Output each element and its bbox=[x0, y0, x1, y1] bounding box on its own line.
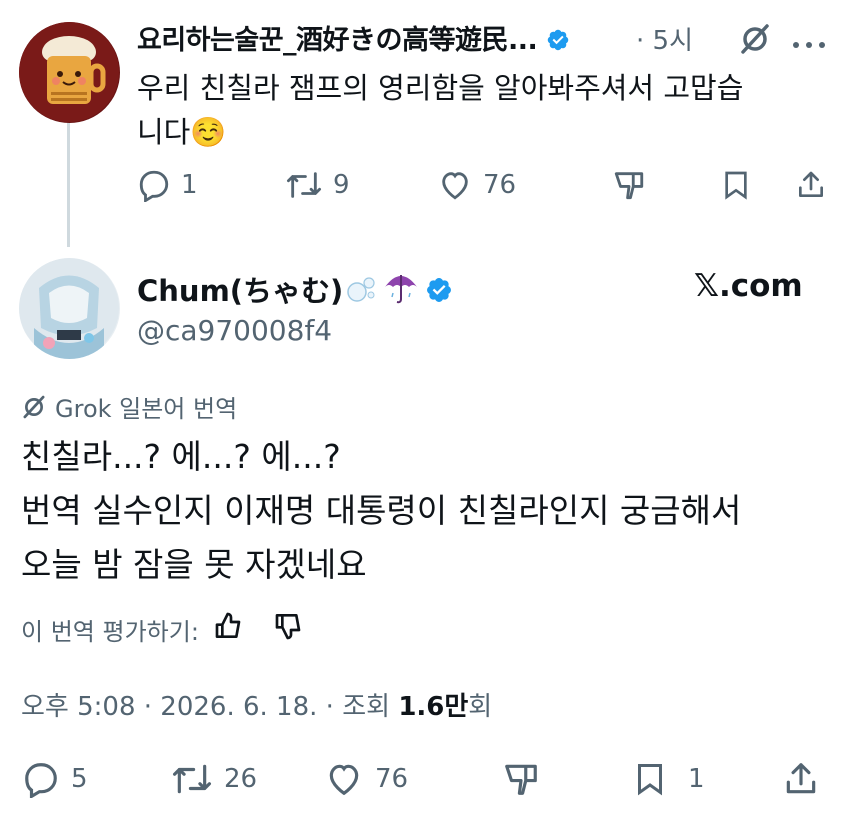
bubbles-icon bbox=[345, 275, 377, 310]
reply-display-name-text[interactable]: 요리하는술꾼_酒好きの高等遊民... bbox=[137, 25, 538, 56]
share-icon bbox=[799, 171, 823, 197]
rate-translation-row: 이 번역 평가하기: bbox=[21, 610, 305, 648]
reply-relative-time[interactable]: · 5시 bbox=[636, 20, 693, 57]
view-count: 1.6만 bbox=[398, 692, 469, 722]
main-text-line-2: 번역 실수인지 이재명 대통령이 친칠라인지 궁금해서 bbox=[21, 491, 742, 530]
translation-thumbs-down-button[interactable] bbox=[273, 610, 305, 648]
reply-count: 5 bbox=[71, 764, 88, 794]
reply-like-button[interactable]: 76 bbox=[437, 168, 516, 202]
heart-icon bbox=[442, 172, 468, 200]
heart-icon bbox=[329, 764, 359, 796]
comment-bubble-icon bbox=[25, 763, 57, 798]
main-bookmark-button[interactable]: 1 bbox=[632, 760, 705, 798]
tweet-meta-info: 오후 5:08 · 2026. 6. 18. · 조회 1.6만회 bbox=[21, 686, 492, 723]
reply-text-line-1: 우리 친칠라 잼프의 영리함을 알아봐주셔서 고맙습 bbox=[137, 71, 744, 105]
translation-thumbs-up-button[interactable] bbox=[213, 610, 245, 648]
main-tweet-text: 친칠라...? 에...? 에...? 번역 실수인지 이재명 대통령이 친칠라… bbox=[21, 430, 841, 592]
main-display-name-text[interactable]: Chum(ちゃむ) bbox=[137, 274, 343, 308]
share-icon bbox=[786, 763, 816, 794]
main-handle[interactable]: @ca970008f4 bbox=[137, 314, 332, 347]
thumbs-down-icon bbox=[505, 764, 537, 795]
main-text-line-3: 오늘 밤 잠을 못 자겠네요 bbox=[21, 545, 367, 584]
comment-bubble-icon bbox=[139, 170, 169, 202]
reply-tweet-text: 우리 친칠라 잼프의 영리함을 알아봐주셔서 고맙습 니다☺️ bbox=[137, 66, 827, 154]
reply-dislike-button[interactable] bbox=[612, 168, 646, 202]
main-like-button[interactable]: 76 bbox=[323, 760, 408, 798]
thumbs-down-icon bbox=[614, 172, 644, 200]
verified-badge-icon bbox=[546, 25, 570, 56]
bookmark-icon bbox=[638, 764, 662, 796]
repost-count: 26 bbox=[224, 764, 258, 794]
reply-display-name[interactable]: 요리하는술꾼_酒好きの高等遊民... bbox=[137, 18, 570, 57]
reply-repost-button[interactable]: 9 bbox=[285, 168, 350, 202]
thumbs-up-icon bbox=[215, 612, 241, 638]
reply-bookmark-button[interactable] bbox=[720, 168, 752, 202]
reply-count: 1 bbox=[181, 170, 198, 200]
main-author-avatar[interactable] bbox=[19, 258, 120, 359]
repost-count: 9 bbox=[333, 170, 350, 200]
main-share-button[interactable] bbox=[782, 760, 820, 798]
reply-comment-button[interactable]: 1 bbox=[137, 168, 198, 202]
translation-label-text: Grok 일본어 번역 bbox=[55, 395, 238, 423]
repost-icon bbox=[172, 764, 211, 794]
more-options-icon[interactable] bbox=[792, 34, 826, 53]
like-count: 76 bbox=[375, 764, 409, 794]
reply-author-avatar[interactable] bbox=[19, 22, 120, 123]
verified-badge-icon bbox=[425, 274, 453, 308]
main-repost-button[interactable]: 26 bbox=[170, 760, 257, 798]
umbrella-icon bbox=[383, 271, 419, 312]
repost-icon bbox=[286, 172, 321, 198]
rate-translation-label: 이 번역 평가하기: bbox=[21, 617, 199, 646]
x-com-watermark: 𝕏.com bbox=[694, 268, 803, 304]
reply-text-line-2: 니다☺️ bbox=[137, 115, 227, 149]
tweet-timestamp[interactable]: 오후 5:08 · 2026. 6. 18. · 조회 bbox=[21, 692, 398, 722]
main-comment-button[interactable]: 5 bbox=[21, 760, 88, 798]
main-dislike-button[interactable] bbox=[501, 760, 541, 798]
thumbs-down-icon bbox=[275, 614, 301, 640]
like-count: 76 bbox=[483, 170, 517, 200]
bookmark-icon bbox=[725, 171, 747, 200]
main-text-line-1: 친칠라...? 에...? 에...? bbox=[21, 437, 341, 476]
thread-connector-line bbox=[67, 122, 70, 247]
grok-translation-label: Grok 일본어 번역 bbox=[21, 389, 237, 424]
grok-icon bbox=[23, 395, 45, 418]
bookmark-count: 1 bbox=[688, 764, 705, 794]
reply-share-button[interactable] bbox=[795, 168, 827, 202]
main-display-name[interactable]: Chum(ちゃむ) bbox=[137, 268, 453, 312]
view-count-suffix: 회 bbox=[468, 692, 493, 722]
grok-icon[interactable] bbox=[738, 22, 772, 60]
